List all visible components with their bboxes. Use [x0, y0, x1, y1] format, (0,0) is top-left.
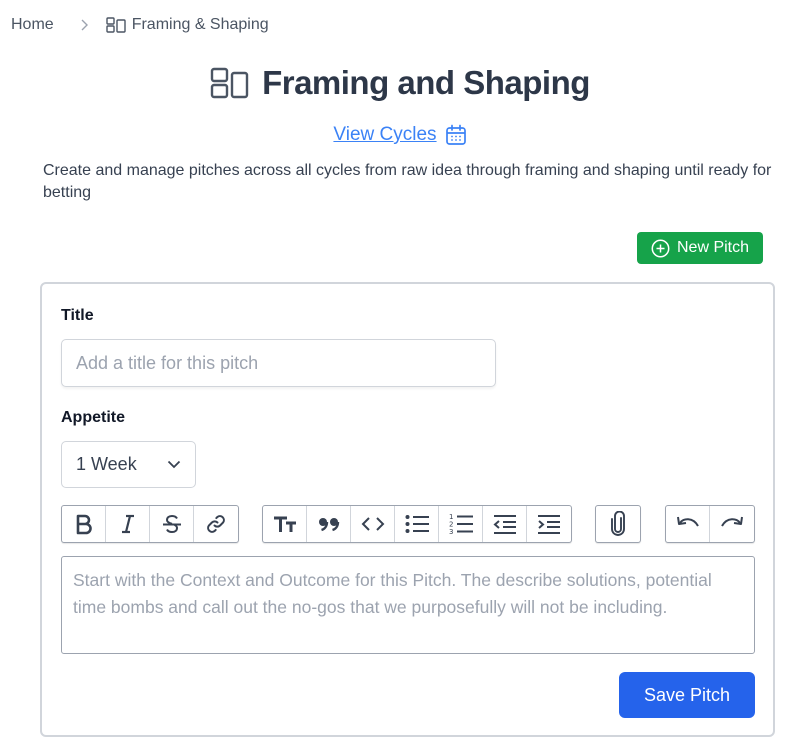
- new-pitch-button[interactable]: New Pitch: [637, 232, 763, 264]
- appetite-select[interactable]: 1 Week: [61, 441, 196, 488]
- pitch-form-card: Title Appetite 1 Week: [40, 282, 775, 737]
- redo-icon[interactable]: [710, 506, 754, 542]
- toolbar-attachment-group: [595, 505, 641, 543]
- toolbar-format-group: [61, 505, 239, 543]
- quote-icon[interactable]: [307, 506, 351, 542]
- appetite-label: Appetite: [61, 409, 125, 426]
- new-pitch-label: New Pitch: [676, 239, 750, 256]
- breadcrumb-home-link[interactable]: Home: [11, 16, 54, 34]
- view-cycles: View Cycles: [0, 124, 800, 146]
- breadcrumb: Home Framing & Shaping: [11, 16, 269, 34]
- pitch-editor[interactable]: Start with the Context and Outcome for t…: [61, 556, 755, 654]
- link-icon[interactable]: [194, 506, 238, 542]
- bold-icon[interactable]: [62, 506, 106, 542]
- title-label: Title: [61, 307, 94, 324]
- breadcrumb-current-label: Framing & Shaping: [131, 16, 269, 33]
- view-cycles-link[interactable]: View Cycles: [333, 124, 436, 146]
- numbered-list-icon[interactable]: 123: [439, 506, 483, 542]
- appetite-value: 1 Week: [76, 454, 137, 474]
- code-icon[interactable]: [351, 506, 395, 542]
- page-title-text: Framing and Shaping: [262, 64, 590, 101]
- undo-icon[interactable]: [666, 506, 710, 542]
- breadcrumb-current: Framing & Shaping: [105, 16, 269, 34]
- toolbar-history-group: [665, 505, 755, 543]
- bullet-list-icon[interactable]: [395, 506, 439, 542]
- chevron-down-icon: [167, 460, 181, 469]
- attachment-icon[interactable]: [596, 506, 640, 542]
- calendar-icon[interactable]: [445, 124, 467, 146]
- outdent-icon[interactable]: [483, 506, 527, 542]
- layout-icon: [210, 67, 249, 99]
- page-title: Framing and Shaping: [0, 64, 800, 102]
- plus-circle-icon: [651, 239, 670, 257]
- strikethrough-icon[interactable]: [150, 506, 194, 542]
- chevron-right-icon: [80, 19, 102, 31]
- save-pitch-button[interactable]: Save Pitch: [619, 672, 755, 718]
- italic-icon[interactable]: [106, 506, 150, 542]
- page-description: Create and manage pitches across all cyc…: [43, 162, 772, 201]
- svg-text:3: 3: [449, 528, 453, 536]
- indent-icon[interactable]: [527, 506, 571, 542]
- toolbar-block-group: 123: [262, 505, 572, 543]
- layout-icon: [105, 17, 126, 33]
- title-input[interactable]: [61, 339, 496, 387]
- heading-icon[interactable]: [263, 506, 307, 542]
